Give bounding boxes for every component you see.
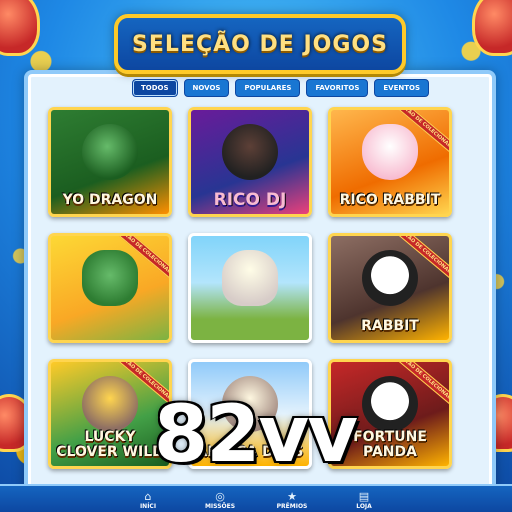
panda-icon — [362, 376, 418, 432]
game-title: LUCKY CLOVER WILD — [56, 429, 164, 460]
dragon-icon — [82, 124, 138, 180]
home-icon: ⌂ — [144, 490, 152, 503]
game-card-yo-dragon[interactable]: YO DRAGON — [48, 107, 172, 217]
nav-missions[interactable]: ◎ MISSÕES — [201, 491, 239, 512]
nav-label: LOJA — [356, 503, 372, 510]
game-title: RICO DJ — [213, 190, 287, 210]
trophy-icon: ★ — [287, 490, 297, 503]
game-card-alpaca-days[interactable]: ALPACA DAYS — [188, 359, 312, 469]
gorilla-dj-icon — [222, 124, 278, 180]
lantern-decoration — [472, 0, 512, 56]
alpaca-icon — [222, 376, 278, 432]
bunny-icon — [362, 124, 418, 180]
category-tabs: TODOS NOVOS POPULARES FAVORITOS EVENTOS — [132, 79, 429, 97]
shop-icon: ▤ — [358, 490, 370, 503]
game-card-clover[interactable]: CARTÃO DE COLECIONADOR — [48, 233, 172, 343]
game-card-alpaca-sombrero[interactable] — [188, 233, 312, 343]
lantern-decoration — [0, 0, 40, 56]
tab-populares[interactable]: POPULARES — [235, 79, 301, 97]
game-card-lucky-clover-wild[interactable]: CARTÃO DE COLECIONADOR LUCKY CLOVER WILD — [48, 359, 172, 469]
nav-shop[interactable]: ▤ LOJA — [345, 491, 383, 512]
page-title: SELEÇÃO DE JOGOS — [132, 31, 388, 57]
game-title: RABBIT — [361, 318, 419, 334]
game-title: ALPACA DAYS — [196, 444, 304, 460]
nav-label: INÍCI — [139, 503, 157, 510]
game-title: YO DRAGON — [62, 192, 158, 208]
tab-todos[interactable]: TODOS — [132, 79, 178, 97]
panda-icon — [362, 250, 418, 306]
clover-icon — [82, 250, 138, 306]
game-card-rico-dj[interactable]: RICO DJ — [188, 107, 312, 217]
nav-home[interactable]: ⌂ INÍCI — [129, 491, 167, 512]
game-card-rabbit[interactable]: CARTÃO DE COLECIONADOR RABBIT — [328, 233, 452, 343]
game-card-rico-rabbit[interactable]: CARTÃO DE COLECIONADOR RICO RABBIT — [328, 107, 452, 217]
tab-novos[interactable]: NOVOS — [183, 79, 230, 97]
nav-prizes[interactable]: ★ PRÊMIOS — [273, 491, 311, 512]
nav-label: PRÊMIOS — [276, 503, 308, 510]
nav-label: MISSÕES — [204, 503, 236, 510]
title-banner: SELEÇÃO DE JOGOS — [114, 14, 406, 74]
bottom-nav: ⌂ INÍCI ◎ MISSÕES ★ PRÊMIOS ▤ LOJA — [0, 484, 512, 512]
target-icon: ◎ — [215, 490, 225, 503]
game-grid: YO DRAGON RICO DJ CARTÃO DE COLECIONADOR… — [48, 107, 452, 469]
game-card-fortune-panda[interactable]: CARTÃO DE COLECIONADOR FORTUNE PANDA — [328, 359, 452, 469]
game-title: RICO RABBIT — [339, 192, 441, 208]
tab-favoritos[interactable]: FAVORITOS — [306, 79, 369, 97]
tab-eventos[interactable]: EVENTOS — [374, 79, 429, 97]
gold-pot-icon — [82, 376, 138, 432]
alpaca-icon — [222, 250, 278, 306]
game-title: FORTUNE PANDA — [353, 429, 427, 460]
